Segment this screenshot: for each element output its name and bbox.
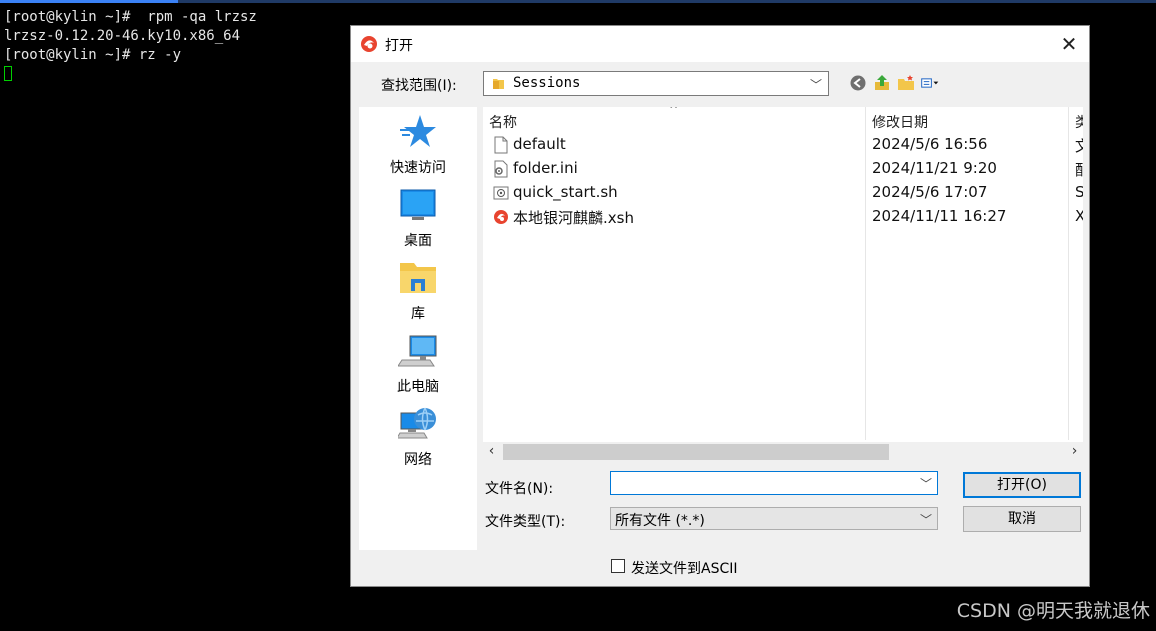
filetype-value: 所有文件 (*.*): [615, 513, 705, 529]
look-in-value: Sessions: [513, 75, 581, 91]
terminal-tab-strip: [0, 0, 1156, 3]
place-this-pc[interactable]: 此电脑: [359, 332, 477, 396]
file-type: X: [1075, 207, 1083, 225]
file-row[interactable]: 本地银河麒麟.xsh 2024/11/11 16:27 X: [483, 205, 1083, 229]
file-row[interactable]: default 2024/5/6 16:56 文: [483, 133, 1083, 157]
file-date: 2024/5/6 17:07: [872, 183, 988, 201]
dialog-titlebar[interactable]: 打开 ✕: [351, 26, 1089, 62]
look-in-label: 查找范围(I):: [381, 78, 457, 94]
dialog-title: 打开: [385, 38, 413, 54]
place-label: 网络: [404, 452, 432, 468]
blank-file-icon: [494, 136, 508, 154]
cancel-button[interactable]: 取消: [963, 506, 1081, 532]
library-icon: [400, 263, 436, 293]
sort-ascending-icon: ^: [669, 107, 679, 116]
filename-input[interactable]: ﹀: [610, 471, 938, 495]
file-row[interactable]: quick_start.sh 2024/5/6 17:07 S: [483, 181, 1083, 205]
terminal-line: lrzsz-0.12.20-46.ky10.x86_64: [4, 28, 241, 44]
file-date: 2024/11/11 16:27: [872, 207, 1007, 225]
file-list[interactable]: ^ 名称 修改日期 类 default 2024/5/6 16:56 文 fol…: [483, 107, 1083, 462]
open-button[interactable]: 打开(O): [963, 472, 1081, 498]
xshell-app-icon: [361, 36, 377, 52]
settings-file-icon: [494, 160, 508, 178]
look-in-dropdown[interactable]: Sessions ﹀: [483, 71, 829, 96]
send-ascii-checkbox[interactable]: [611, 559, 625, 573]
filename-label: 文件名(N):: [485, 481, 554, 497]
network-icon: [398, 407, 436, 439]
file-type: S: [1075, 183, 1083, 201]
column-header: ^ 名称 修改日期 类: [483, 107, 1083, 135]
file-type: 配: [1075, 161, 1083, 179]
script-file-icon: [493, 186, 509, 200]
column-header-date[interactable]: 修改日期: [872, 112, 928, 132]
chevron-down-icon[interactable]: ﹀: [920, 475, 932, 492]
column-header-name[interactable]: 名称: [489, 112, 517, 132]
place-library[interactable]: 库: [359, 259, 477, 323]
file-name: 本地银河麒麟.xsh: [513, 209, 634, 227]
back-icon[interactable]: [849, 74, 867, 92]
new-folder-icon[interactable]: [897, 74, 915, 92]
column-header-type[interactable]: 类: [1075, 112, 1083, 132]
watermark: CSDN @明天我就退休: [956, 600, 1150, 622]
place-label: 此电脑: [397, 379, 439, 395]
view-menu-icon[interactable]: [921, 74, 939, 92]
folder-icon: [493, 79, 504, 89]
send-ascii-label[interactable]: 发送文件到ASCII: [631, 558, 738, 578]
up-folder-icon[interactable]: [873, 74, 891, 92]
terminal-cursor: [4, 66, 12, 81]
file-type: 文: [1075, 137, 1083, 155]
place-network[interactable]: 网络: [359, 405, 477, 469]
place-quick-access[interactable]: 快速访问: [359, 113, 477, 177]
file-row[interactable]: folder.ini 2024/11/21 9:20 配: [483, 157, 1083, 181]
chevron-down-icon: ﹀: [809, 78, 822, 92]
star-icon: [400, 115, 436, 147]
xshell-file-icon: [494, 210, 508, 224]
place-desktop[interactable]: 桌面: [359, 186, 477, 250]
file-name: quick_start.sh: [513, 183, 618, 201]
computer-icon: [398, 335, 437, 367]
terminal-line: [root@kylin ~]# rz -y: [4, 47, 182, 63]
scrollbar-thumb[interactable]: [503, 444, 889, 460]
close-icon[interactable]: ✕: [1055, 30, 1083, 58]
place-label: 快速访问: [390, 160, 446, 176]
file-date: 2024/11/21 9:20: [872, 159, 997, 177]
filetype-label: 文件类型(T):: [485, 514, 566, 530]
place-label: 桌面: [404, 233, 432, 249]
file-name: default: [513, 135, 566, 153]
scroll-left-icon[interactable]: ‹: [483, 443, 500, 459]
file-date: 2024/5/6 16:56: [872, 135, 988, 153]
terminal-output[interactable]: [root@kylin ~]# rpm -qa lrzsz lrzsz-0.12.…: [4, 8, 344, 84]
filetype-dropdown[interactable]: 所有文件 (*.*) ﹀: [610, 507, 938, 530]
desktop-icon: [400, 189, 436, 220]
terminal-line: [root@kylin ~]# rpm -qa lrzsz: [4, 9, 257, 25]
scroll-right-icon[interactable]: ›: [1066, 443, 1083, 459]
active-tab-indicator[interactable]: [0, 0, 178, 3]
place-label: 库: [411, 306, 425, 322]
horizontal-scrollbar[interactable]: ‹ ›: [483, 442, 1083, 462]
file-name: folder.ini: [513, 159, 578, 177]
open-file-dialog: 打开 ✕ 查找范围(I): Sessions ﹀ 快速访问 桌面 库 此电脑 网…: [350, 25, 1090, 587]
chevron-down-icon: ﹀: [919, 513, 932, 527]
places-bar: 快速访问 桌面 库 此电脑 网络: [359, 107, 477, 550]
